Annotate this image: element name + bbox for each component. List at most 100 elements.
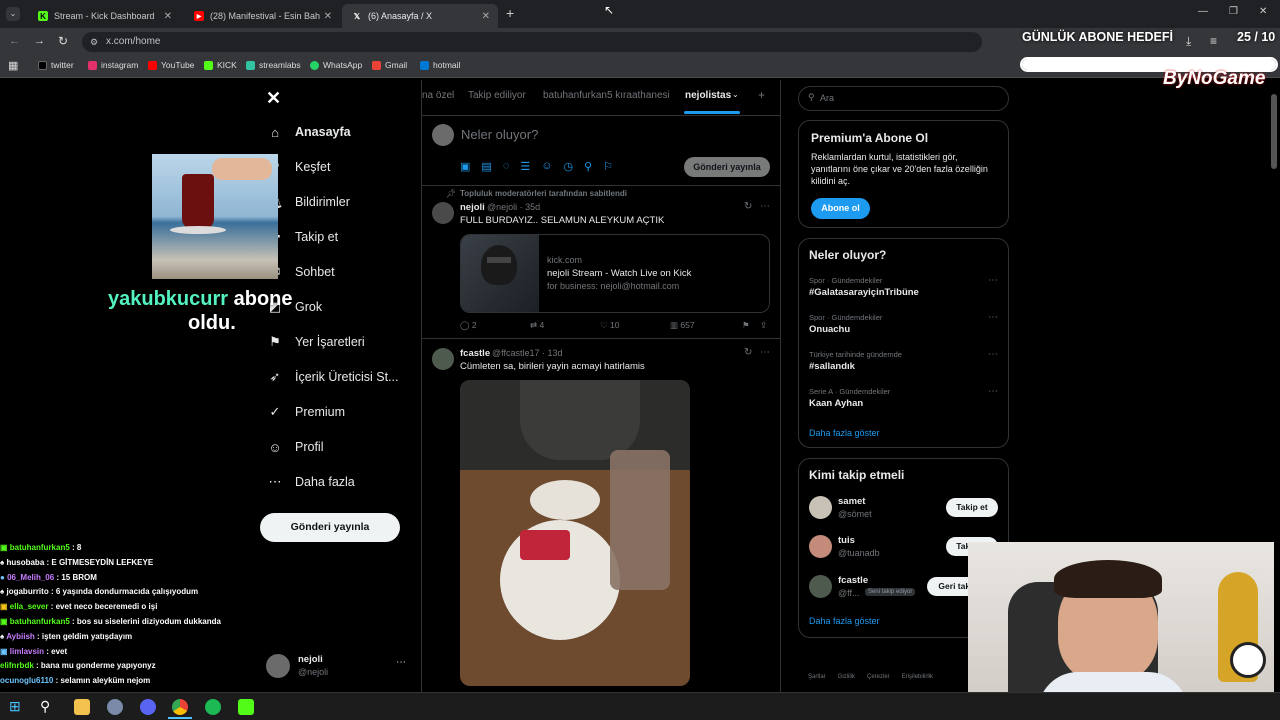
trend-item[interactable]: Spor · Gündemdekiler Onuachu <box>809 313 882 335</box>
browser-tab-kick[interactable]: K Stream - Kick Dashboard ✕ <box>28 4 180 28</box>
tab-list-button[interactable]: ⌄ <box>6 7 20 21</box>
trend-item[interactable]: Serie A · Gündemdekiler Kaan Ayhan <box>809 387 890 409</box>
tab-following[interactable]: Takip ediliyor <box>468 90 526 101</box>
footer-link[interactable]: Şartlar <box>808 674 826 680</box>
restore-icon[interactable]: ❐ <box>1229 6 1238 17</box>
file-explorer-icon[interactable] <box>74 699 90 715</box>
chat-text: : 6 yaşında dondurmacıda çalışıyodum <box>50 587 199 597</box>
apps-grid-icon[interactable]: ▦ <box>8 59 18 72</box>
suggestion-name: fcastle <box>838 575 869 586</box>
flag-icon[interactable]: ⚐ <box>603 160 613 173</box>
spotify-icon[interactable] <box>205 699 221 715</box>
tweet-photo[interactable] <box>460 380 690 686</box>
search-input[interactable]: ⚲ Ara <box>798 86 1009 111</box>
footer-link[interactable]: Gizlilik <box>838 674 855 680</box>
more-icon[interactable]: ⋯ <box>988 312 998 323</box>
bookmark-instagram[interactable]: instagram <box>88 60 138 70</box>
tab-nejolistas[interactable]: nejolistas <box>685 90 731 101</box>
share-icon[interactable]: ⇪ <box>760 320 767 331</box>
close-icon[interactable]: ✕ <box>324 11 332 22</box>
bookmark-icon[interactable]: ⚑ <box>742 320 750 331</box>
sidebar-item-notifications[interactable]: 🔔︎Bildirimler <box>267 194 350 209</box>
sidebar-item-follow[interactable]: ✚Takip et <box>268 229 339 244</box>
address-bar[interactable]: ⚙ x.com/home <box>82 32 982 52</box>
sidebar-item-premium[interactable]: ✓ Premium <box>268 404 345 419</box>
schedule-icon[interactable]: ◷ <box>563 160 573 173</box>
new-tab-icon[interactable]: + <box>506 5 514 21</box>
avatar[interactable] <box>432 202 454 224</box>
bookmark-whatsapp[interactable]: WhatsApp <box>310 60 362 70</box>
sidebar-item-profile[interactable]: ☺ Profil <box>268 440 323 455</box>
scrollbar[interactable] <box>1271 94 1277 169</box>
minimize-icon[interactable]: — <box>1198 6 1208 17</box>
sidebar-item-home[interactable]: ⌂ Anasayfa <box>268 125 351 140</box>
tweet-author[interactable]: nejoli <box>460 202 485 213</box>
more-icon[interactable]: ⋯ <box>988 349 998 360</box>
bookmark-kick[interactable]: KICK <box>204 60 237 70</box>
reply-button[interactable]: ◯ 2 <box>460 320 477 331</box>
compose-input[interactable]: Neler oluyor? <box>461 127 538 142</box>
sidebar-item-bookmarks[interactable]: ⚑ Yer İşaretleri <box>268 334 365 349</box>
footer-link[interactable]: Erişilebilirlik <box>902 674 933 680</box>
grok-icon[interactable]: ↻ <box>744 347 752 358</box>
close-icon[interactable]: ✕ <box>164 11 172 22</box>
sidebar-item-more[interactable]: ⋯ Daha fazla <box>268 474 355 489</box>
app-icon[interactable] <box>107 699 123 715</box>
site-info-icon[interactable]: ⚙ <box>90 32 98 52</box>
back-icon[interactable]: ← <box>9 35 20 47</box>
tweet-author[interactable]: fcastle <box>460 348 490 359</box>
gif-icon[interactable]: ▤ <box>481 160 491 173</box>
tab-timeline-custom[interactable]: na özel <box>422 90 454 101</box>
grok-icon[interactable]: ◌ <box>503 160 510 173</box>
repost-button[interactable]: ⇄ 4 <box>530 320 544 331</box>
browser-tab-x[interactable]: 𝕏 (6) Anasayfa / X ✕ <box>342 4 498 28</box>
sidebar-item-creator-studio[interactable]: ➶ İçerik Üreticisi St... <box>268 369 399 384</box>
more-icon[interactable]: ⋯ <box>760 201 770 212</box>
like-button[interactable]: ♡ 10 <box>600 320 619 331</box>
follow-button[interactable]: Takip et <box>946 498 998 517</box>
bookmark-streamlabs[interactable]: streamlabs <box>246 60 301 70</box>
add-tab-icon[interactable]: + <box>758 88 765 102</box>
link-card[interactable]: kick.com nejoli Stream - Watch Live on K… <box>460 234 770 313</box>
avatar[interactable] <box>432 348 454 370</box>
chat-text: : evet neco beceremedi o işi <box>50 602 158 612</box>
tab-community-kiraathane[interactable]: batuhanfurkan5 kıraathanesi <box>543 90 670 101</box>
views-button[interactable]: ▥ 657 <box>670 320 695 331</box>
chat-message: ▣ limlavsin : evet <box>0 647 260 662</box>
bookmark-hotmail[interactable]: hotmail <box>420 60 460 70</box>
media-icon[interactable]: ▣ <box>460 160 470 173</box>
bookmark-gmail[interactable]: Gmail <box>372 60 407 70</box>
trend-item[interactable]: Türkiye tarihinde gündemde #sallandık <box>809 350 902 372</box>
footer-link[interactable]: Çerezler <box>867 674 890 680</box>
search-icon[interactable]: ⚲ <box>40 698 50 715</box>
emoji-icon[interactable]: ☺ <box>541 160 552 173</box>
discord-icon[interactable] <box>140 699 156 715</box>
reload-icon[interactable]: ↻ <box>58 34 68 48</box>
more-icon[interactable]: ⋯ <box>988 275 998 286</box>
x-logo-icon[interactable]: ✕ <box>266 88 281 109</box>
start-icon[interactable]: ⊞ <box>9 698 21 715</box>
bookmark-twitter[interactable]: twitter <box>38 60 74 70</box>
bookmark-youtube[interactable]: YouTube <box>148 60 194 70</box>
close-window-icon[interactable]: ✕ <box>1259 6 1267 17</box>
subscribe-button[interactable]: Abone ol <box>811 198 870 219</box>
avatar <box>809 575 832 598</box>
more-icon[interactable]: ⋯ <box>396 657 406 668</box>
trend-item[interactable]: Spor · Gündemdekiler #GalatasarayiçinTrib… <box>809 276 919 298</box>
compose-post-button[interactable]: Gönderi yayınla <box>684 157 770 177</box>
poll-icon[interactable]: ☰ <box>520 160 530 173</box>
grok-icon[interactable]: ↻ <box>744 201 752 212</box>
chrome-icon[interactable] <box>172 699 188 715</box>
show-more-link[interactable]: Daha fazla göster <box>809 428 880 438</box>
post-button[interactable]: Gönderi yayınla <box>260 513 400 542</box>
close-icon[interactable]: ✕ <box>482 11 490 22</box>
show-more-link[interactable]: Daha fazla göster <box>809 616 880 626</box>
forward-icon[interactable]: → <box>34 35 45 47</box>
account-switcher[interactable]: nejoli @nejoli ⋯ <box>266 652 410 682</box>
location-icon[interactable]: ⚲ <box>584 160 592 173</box>
more-icon[interactable]: ⋯ <box>760 347 770 358</box>
more-icon[interactable]: ⋯ <box>988 386 998 397</box>
kick-app-icon[interactable] <box>238 699 254 715</box>
goal-title: GÜNLÜK ABONE HEDEFİ <box>1022 30 1173 44</box>
browser-tab-youtube[interactable]: ▶ (28) Manifestival - Esin Bahat Im ✕ <box>184 4 340 28</box>
